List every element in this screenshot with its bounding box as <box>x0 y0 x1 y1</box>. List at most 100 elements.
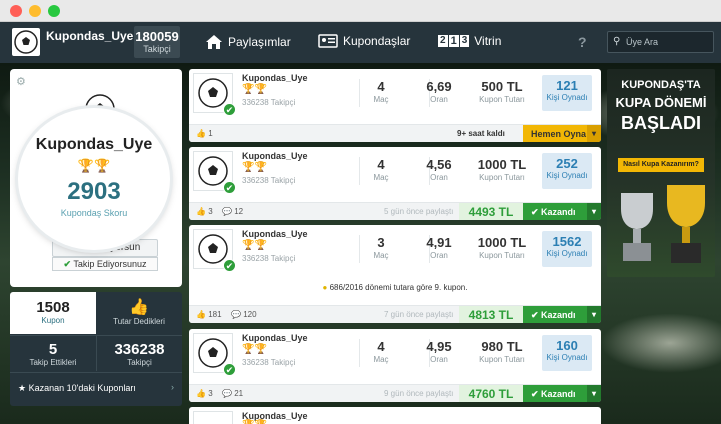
chevron-down-icon[interactable]: ▾ <box>587 306 601 323</box>
shared-time: 7 gün önce paylaştı <box>384 310 454 319</box>
coupon-username[interactable]: Kupondas_Uye <box>242 151 308 161</box>
minimize-window-button[interactable] <box>29 5 41 17</box>
coupon-followers: 336238 Takipçi <box>242 98 296 107</box>
cup-season-banner[interactable]: KUPONDAŞ'TA KUPA DÖNEMİ BAŞLADI Nasıl Ku… <box>607 69 715 277</box>
header-followers[interactable]: 180059 Takipçi <box>134 26 180 58</box>
stat-followers-value: 336238 <box>114 341 165 358</box>
profile-name: Kupondas_Uye <box>35 136 153 153</box>
coupon-amount: 1000 TL Kupon Tutarı <box>477 157 527 182</box>
profile-magnifier: Kupondas_Uye 🏆🏆 2903 Kupondaş Skoru <box>18 108 170 250</box>
home-icon <box>206 35 222 49</box>
coupon-odds: 4,56 Oran <box>426 157 452 182</box>
nav-members[interactable]: Kupondaşlar <box>318 34 410 48</box>
like-button[interactable]: 👍 3 <box>196 389 213 398</box>
chevron-down-icon[interactable]: ▾ <box>587 385 601 402</box>
header-followers-label: Takipçi <box>143 44 171 54</box>
member-search-input[interactable]: ⚲ Üye Ara <box>607 31 714 53</box>
help-icon[interactable]: ? <box>578 34 587 50</box>
banner-line-1: KUPONDAŞ'TA <box>621 79 701 91</box>
trophy-icon: 🏆🏆 <box>242 344 267 355</box>
comment-button[interactable]: 💬 120 <box>231 310 257 319</box>
close-window-button[interactable] <box>10 5 22 17</box>
nav-showcase[interactable]: 2 1 3 Vitrin <box>438 34 501 48</box>
comment-button[interactable]: 💬 12 <box>222 207 243 216</box>
play-now-button[interactable]: Hemen Oyna ▾ <box>523 125 601 142</box>
winners-link[interactable]: ★ Kazanan 10'daki Kuponları › <box>10 372 182 402</box>
stat-coupons-label: Kupon <box>41 316 65 325</box>
stat-followers[interactable]: 336238 Takipçi <box>96 335 182 371</box>
stat-following-value: 5 <box>48 341 58 358</box>
trophy-icon: 🏆🏆 <box>242 162 267 173</box>
window-titlebar <box>0 0 721 22</box>
trophy-icon: 🏆🏆 <box>77 158 111 173</box>
coupon-card[interactable]: ✔ Kupondas_Uye 🏆🏆 336238 Takipçi 4 Maç 4,… <box>189 329 601 402</box>
profile-stats: 1508 Kupon 👍 Tutar Dedikleri 5 Takip Ett… <box>10 292 182 406</box>
coupon-card[interactable]: ✔ Kupondas_Uye 🏆🏆 336238 Takipçi 3 Maç 4,… <box>189 225 601 323</box>
numbers-icon: 2 1 3 <box>438 35 470 47</box>
coupon-played[interactable]: 1562 Kişi Oynadı <box>542 231 592 267</box>
like-button[interactable]: 👍 3 <box>196 207 213 216</box>
coupon-card[interactable]: ✔ Kupondas_Uye 🏆🏆 336238 Takipçi 4 Maç 4,… <box>189 147 601 220</box>
coupon-avatar[interactable]: ✔ <box>193 151 236 194</box>
coupon-username[interactable]: Kupondas_Uye <box>242 229 308 239</box>
stat-coupons[interactable]: 1508 Kupon <box>10 292 96 334</box>
coupon-odds: 4,91 Oran <box>426 235 452 260</box>
coupon-footer: 👍 3 💬 21 9 gün önce paylaştı 4760 TL ✔ K… <box>189 384 601 402</box>
coupon-avatar[interactable] <box>193 411 233 424</box>
stat-following[interactable]: 5 Takip Ettikleri <box>10 335 96 371</box>
thumbs-up-icon: 👍 <box>129 299 149 316</box>
coupon-played[interactable]: 121 Kişi Oynadı <box>542 75 592 111</box>
coupon-avatar[interactable]: ✔ <box>193 229 236 272</box>
following-status[interactable]: ✔ Takip Ediyorsunuz <box>52 257 158 271</box>
chevron-right-icon: › <box>171 382 174 392</box>
comment-button[interactable]: 💬 21 <box>222 389 243 398</box>
banner-line-2: KUPA DÖNEMİ <box>615 95 707 110</box>
coupon-amount: 1000 TL Kupon Tutarı <box>477 235 527 260</box>
verified-icon: ✔ <box>223 363 236 376</box>
nav-members-label: Kupondaşlar <box>343 34 411 48</box>
won-button[interactable]: ✔ Kazandı ▾ <box>523 306 601 323</box>
maximize-window-button[interactable] <box>48 5 60 17</box>
gear-icon[interactable]: ⚙ <box>16 75 26 88</box>
following-status-label: Takip Ediyorsunuz <box>73 259 147 269</box>
header-username[interactable]: Kupondas_Uye <box>46 29 133 43</box>
like-button[interactable]: 👍 1 <box>196 129 213 138</box>
coupon-avatar[interactable]: ✔ <box>193 73 236 116</box>
chevron-down-icon[interactable]: ▾ <box>587 203 601 220</box>
coupon-followers: 336238 Takipçi <box>242 358 296 367</box>
coupon-avatar[interactable]: ✔ <box>193 333 236 376</box>
time-remaining: 9+ saat kaldı <box>457 129 505 138</box>
top-nav: Kupondas_Uye 180059 Takipçi Paylaşımlar … <box>0 22 721 63</box>
stat-liked[interactable]: 👍 Tutar Dedikleri <box>96 292 182 334</box>
trophy-icon: 🏆🏆 <box>242 240 267 251</box>
stat-coupons-value: 1508 <box>36 299 70 316</box>
chevron-down-icon[interactable]: ▾ <box>587 125 601 142</box>
coupon-followers: 336238 Takipçi <box>242 254 296 263</box>
won-button[interactable]: ✔ Kazandı ▾ <box>523 203 601 220</box>
coupon-played[interactable]: 160 Kişi Oynadı <box>542 335 592 371</box>
verified-icon: ✔ <box>223 259 236 272</box>
coupon-footer: 👍 181 💬 120 7 gün önce paylaştı 4813 TL … <box>189 305 601 323</box>
coupon-username[interactable]: Kupondas_Uye <box>242 73 308 83</box>
shared-time: 5 gün önce paylaştı <box>384 207 454 216</box>
won-amount: 4493 TL <box>459 203 523 220</box>
check-icon: ✔ <box>63 259 72 269</box>
search-icon: ⚲ <box>613 36 621 47</box>
ranking-notice: ● 686/2016 dönemi tutara göre 9. kupon. <box>322 283 468 292</box>
coupon-card[interactable]: ✔ Kupondas_Uye 🏆🏆 336238 Takipçi 4 Maç 6,… <box>189 69 601 142</box>
stat-following-label: Takip Ettikleri <box>29 358 77 367</box>
coupon-amount: 980 TL Kupon Tutarı <box>479 339 525 364</box>
coupon-card[interactable]: Kupondas_Uye 🏆🏆 <box>189 407 601 424</box>
coupon-username[interactable]: Kupondas_Uye <box>242 333 308 343</box>
how-to-win-button[interactable]: Nasıl Kupa Kazanırım? <box>618 158 704 172</box>
trophy-icon: 🏆🏆 <box>242 420 267 424</box>
user-avatar[interactable] <box>12 28 40 56</box>
profile-score-label: Kupondaş Skoru <box>60 208 128 218</box>
like-button[interactable]: 👍 181 <box>196 310 222 319</box>
coupon-played[interactable]: 252 Kişi Oynadı <box>542 153 592 189</box>
nav-shares-label: Paylaşımlar <box>228 35 291 49</box>
id-card-icon <box>318 34 338 48</box>
won-button[interactable]: ✔ Kazandı ▾ <box>523 385 601 402</box>
banner-line-3: BAŞLADI <box>621 113 701 133</box>
nav-shares[interactable]: Paylaşımlar <box>205 34 291 50</box>
